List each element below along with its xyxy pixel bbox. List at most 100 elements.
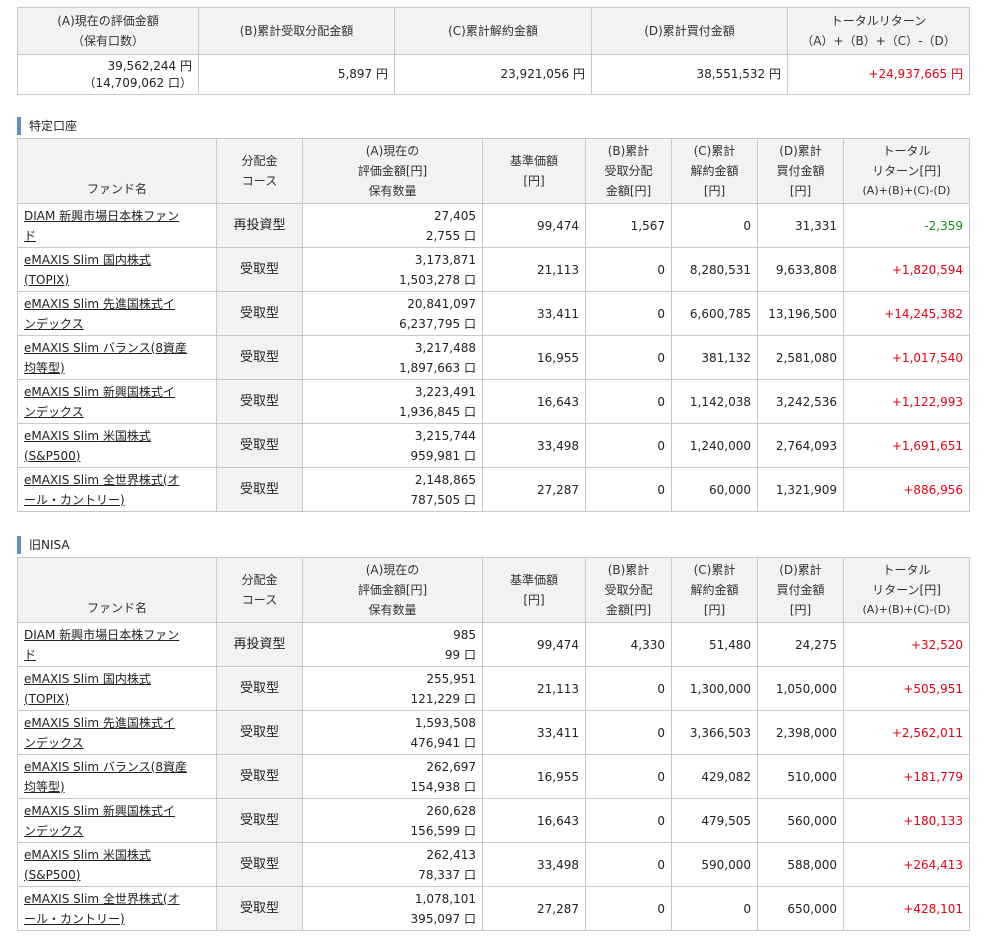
fund-name-link[interactable]: eMAXIS Slim 先進国株式イ ンデックス [24,294,212,334]
redemption-total: 1,142,038 [671,379,758,424]
distribution-course: 受取型 [216,379,303,424]
header-base-line1: 基準価額 [509,573,558,587]
header-base-line2: [円] [523,174,545,188]
current-amount: 260,628 [426,803,476,818]
holding-units: 99 口 [444,647,476,662]
header-d-line2: 買付金額 [776,164,825,178]
current-amount: 1,078,101 [414,891,476,906]
fund-row: eMAXIS Slim 先進国株式イ ンデックス 受取型 1,593,508 476,9… [17,710,970,755]
summary-value-row: 39,562,244 円 （14,709,062 口） 5,897 円 23,9… [17,54,970,95]
distribution-total: 0 [585,467,672,512]
fund-name-line1: eMAXIS Slim 国内株式 [24,252,151,267]
fund-name-link[interactable]: eMAXIS Slim 新興国株式イ ンデックス [24,382,212,422]
fund-row: DIAM 新興市場日本株ファンド再投資型 27,405 2,755 口 99,474 1… [17,203,970,248]
fund-name-line1: eMAXIS Slim バランス(8資産 [24,340,188,355]
summary-distribution-value: 5,897 円 [198,54,395,95]
current-value-cell: 3,173,871 1,503,278 口 [302,247,483,292]
base-price: 33,498 [482,423,586,468]
fund-name-link[interactable]: eMAXIS Slim バランス(8資産 均等型) [24,757,212,797]
purchase-total: 13,196,500 [757,291,844,336]
header-t-line2: リターン[円] [872,164,941,178]
fund-row: eMAXIS Slim 全世界株式(オ ール・カントリー) 受取型 1,078,101… [17,886,970,931]
fund-name-cell: eMAXIS Slim 国内株式 (TOPIX) [17,247,217,292]
current-amount: 262,413 [426,847,476,862]
fund-row: eMAXIS Slim 新興国株式イ ンデックス 受取型 260,628 156,599… [17,798,970,843]
holding-units: 1,936,845 口 [399,404,476,419]
fund-header-row: ファンド名 分配金 コース (A)現在の 評価金額[円] 保有数量 基準価額 [円] (B)累計… [17,138,970,204]
header-distribution: (B)累計 受取分配 金額[円] [585,138,672,204]
holding-units: 78,337 口 [418,867,476,882]
fund-name-line2: (TOPIX) [24,691,70,706]
distribution-total: 0 [585,379,672,424]
fund-name-link[interactable]: eMAXIS Slim 先進国株式イ ンデックス [24,713,212,753]
fund-row: eMAXIS Slim 全世界株式(オ ール・カントリー) 受取型 2,148,865… [17,467,970,512]
distribution-course: 受取型 [216,754,303,799]
fund-name-line2: ール・カントリー) [24,911,125,926]
header-t-line1: トータル [882,144,931,158]
fund-name-line1: eMAXIS Slim 米国株式 [24,428,151,443]
fund-name-link[interactable]: eMAXIS Slim 国内株式 (TOPIX) [24,250,212,290]
holding-units: 476,941 口 [410,735,476,750]
fund-name-link[interactable]: DIAM 新興市場日本株ファンド [24,625,212,665]
holding-units: 6,237,795 口 [399,316,476,331]
current-value-cell: 20,841,097 6,237,795 口 [302,291,483,336]
base-price: 16,955 [482,335,586,380]
fund-name-line2: ンデックス [24,823,84,838]
fund-name-link[interactable]: eMAXIS Slim 米国株式 (S&P500) [24,845,212,885]
summary-header-current-value: (A)現在の評価金額 （保有口数） [17,7,199,55]
holding-units: 1,897,663 口 [399,360,476,375]
fund-row: eMAXIS Slim バランス(8資産 均等型) 受取型 262,697 154,93… [17,754,970,799]
summary-current-value: 39,562,244 円 （14,709,062 口） [17,54,199,95]
fund-name-link[interactable]: eMAXIS Slim バランス(8資産 均等型) [24,338,212,378]
header-c-line3: [円] [703,603,726,617]
summary-header-a-line2: （保有口数） [71,34,144,48]
fund-name-link[interactable]: eMAXIS Slim 全世界株式(オ ール・カントリー) [24,889,212,929]
fund-name-cell: eMAXIS Slim 米国株式 (S&P500) [17,842,217,887]
fund-name-line1: eMAXIS Slim 米国株式 [24,847,151,862]
header-b-line2: 受取分配 [604,164,653,178]
header-a-line1: (A)現在の [365,563,420,577]
header-current-value: (A)現在の 評価金額[円] 保有数量 [302,138,483,204]
fund-name-link[interactable]: eMAXIS Slim 米国株式 (S&P500) [24,426,212,466]
header-a-line2: 評価金額[円] [357,164,428,178]
fund-name-link[interactable]: eMAXIS Slim 新興国株式イ ンデックス [24,801,212,841]
header-c-line2: 解約金額 [690,164,739,178]
base-price: 21,113 [482,666,586,711]
current-amount: 255,951 [426,671,476,686]
fund-table-tokutei: ファンド名 分配金 コース (A)現在の 評価金額[円] 保有数量 基準価額 [円] (B)累計… [17,138,970,512]
header-redemption: (C)累計 解約金額 [円] [671,557,758,623]
fund-name-link[interactable]: DIAM 新興市場日本株ファンド [24,206,212,246]
header-base-line2: [円] [523,593,545,607]
current-value-cell: 3,217,488 1,897,663 口 [302,335,483,380]
current-amount: 2,148,865 [414,472,476,487]
distribution-course: 受取型 [216,666,303,711]
distribution-total: 0 [585,666,672,711]
fund-name-line2: ンデックス [24,316,84,331]
fund-name-link[interactable]: eMAXIS Slim 国内株式 (TOPIX) [24,669,212,709]
total-return: +1,122,993 [843,379,970,424]
distribution-total: 0 [585,754,672,799]
summary-current-units: （14,709,062 口） [83,75,192,90]
base-price: 33,411 [482,710,586,755]
redemption-total: 429,082 [671,754,758,799]
current-value-cell: 255,951 121,229 口 [302,666,483,711]
fund-name-link[interactable]: eMAXIS Slim 全世界株式(オ ール・カントリー) [24,470,212,510]
distribution-course: 受取型 [216,467,303,512]
header-d-line2: 買付金額 [776,583,825,597]
total-return: +1,820,594 [843,247,970,292]
current-amount: 20,841,097 [407,296,476,311]
fund-name-cell: eMAXIS Slim 国内株式 (TOPIX) [17,666,217,711]
total-return: +428,101 [843,886,970,931]
header-course-line1: 分配金 [241,154,278,168]
distribution-course: 受取型 [216,842,303,887]
fund-row: eMAXIS Slim 米国株式 (S&P500) 受取型 3,215,744 959,… [17,423,970,468]
distribution-course: 受取型 [216,886,303,931]
current-value-cell: 1,078,101 395,097 口 [302,886,483,931]
total-return: +1,691,651 [843,423,970,468]
current-amount: 27,405 [434,208,476,223]
current-amount: 985 [453,627,476,642]
redemption-total: 1,240,000 [671,423,758,468]
purchase-total: 1,050,000 [757,666,844,711]
header-c-line1: (C)累計 [693,563,736,577]
total-return: +180,133 [843,798,970,843]
